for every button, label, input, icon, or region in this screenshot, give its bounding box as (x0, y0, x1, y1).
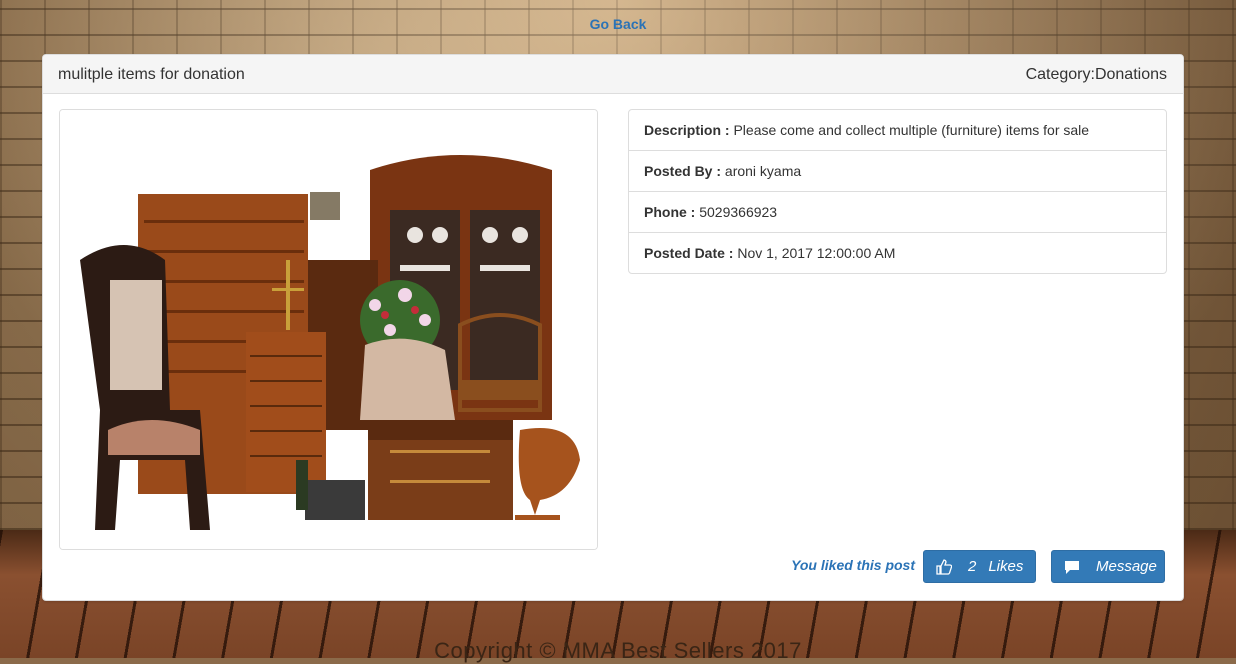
message-button[interactable]: Message (1051, 550, 1165, 583)
phone-row: Phone : 5029366923 (629, 191, 1166, 232)
thumbs-up-icon (936, 558, 954, 575)
like-button[interactable]: 2 Likes (923, 550, 1036, 583)
description-row: Description : Please come and collect mu… (629, 110, 1166, 150)
like-label: Likes (988, 558, 1024, 575)
posted-by-value: aroni kyama (724, 163, 802, 179)
posted-by-row: Posted By : aroni kyama (629, 150, 1166, 191)
description-label: Description : (644, 122, 734, 138)
like-count: 2 (968, 558, 977, 575)
posted-date-label: Posted Date : (644, 245, 738, 261)
posted-date-row: Posted Date : Nov 1, 2017 12:00:00 AM (629, 232, 1166, 273)
panel-heading: mulitple items for donation Category:Don… (43, 55, 1183, 94)
comment-icon (1064, 559, 1082, 575)
message-label: Message (1096, 558, 1157, 575)
posted-date-value: Nov 1, 2017 12:00:00 AM (737, 245, 896, 261)
post-category: Category:Donations (1025, 66, 1167, 83)
posted-by-label: Posted By : (644, 163, 725, 179)
footer-copyright: Copyright © MMA Best Sellers 2017 (434, 638, 802, 663)
phone-label: Phone : (644, 204, 700, 220)
description-value: Please come and collect multiple (furnit… (733, 122, 1090, 138)
post-panel: mulitple items for donation Category:Don… (42, 54, 1184, 601)
phone-value: 5029366923 (699, 204, 778, 220)
post-title: mulitple items for donation (58, 66, 245, 83)
furniture-photo (60, 110, 597, 549)
go-back-link[interactable]: Go Back (0, 16, 1236, 32)
liked-status-text: You liked this post (791, 557, 915, 573)
post-image (59, 109, 598, 550)
post-details: Description : Please come and collect mu… (628, 109, 1167, 274)
